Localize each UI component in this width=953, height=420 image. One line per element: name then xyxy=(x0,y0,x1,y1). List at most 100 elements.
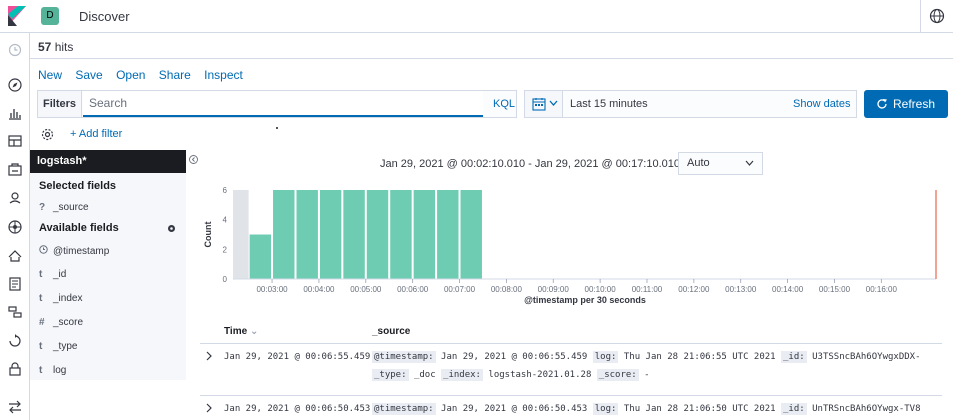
histogram-bar xyxy=(273,190,295,279)
chart-time-range: Jan 29, 2021 @ 00:02:10.010 - Jan 29, 20… xyxy=(380,158,695,170)
maps-icon[interactable] xyxy=(7,190,23,206)
x-tick-label: 00:12:00 xyxy=(678,285,710,294)
y-tick-label: 6 xyxy=(223,186,228,195)
nav-rail xyxy=(0,33,30,420)
kql-language-toggle[interactable]: KQL xyxy=(493,98,515,110)
x-tick-label: 00:07:00 xyxy=(444,285,476,294)
infrastructure-icon[interactable] xyxy=(7,247,23,263)
security-lock-icon[interactable] xyxy=(7,361,23,377)
x-tick-label: 00:10:00 xyxy=(585,285,617,294)
save-button[interactable]: Save xyxy=(75,68,102,82)
refresh-icon xyxy=(877,99,887,109)
y-tick-label: 4 xyxy=(223,216,228,225)
field-type-unknown-icon: ? xyxy=(39,202,46,213)
canvas-icon[interactable] xyxy=(7,162,23,178)
x-tick-label: 00:13:00 xyxy=(725,285,757,294)
refresh-button[interactable]: Refresh xyxy=(864,90,948,118)
dock-navigation-icon[interactable] xyxy=(7,399,23,415)
inspect-button[interactable]: Inspect xyxy=(204,68,243,82)
expand-row-arrow-icon[interactable] xyxy=(205,351,213,361)
field-type-string-icon: t xyxy=(39,293,43,304)
search-input[interactable] xyxy=(83,91,483,117)
y-tick-label: 0 xyxy=(223,275,228,284)
row-time-cell: Jan 29, 2021 @ 00:06:55.459 xyxy=(224,352,371,362)
field-item-timestamp[interactable]: @timestamp xyxy=(39,245,109,257)
index-pattern-selector[interactable]: logstash* xyxy=(30,150,186,173)
row-time-cell: Jan 29, 2021 @ 00:06:50.453 xyxy=(224,404,371,414)
interval-select[interactable]: Auto xyxy=(678,152,763,175)
x-tick-label: 00:11:00 xyxy=(632,285,663,294)
histogram-bar xyxy=(460,190,482,279)
field-item-log[interactable]: t log xyxy=(39,365,66,376)
histogram-bar xyxy=(390,190,412,279)
row-source-line: @timestamp: Jan 29, 2021 @ 00:06:50.453 … xyxy=(372,403,921,415)
field-item-index[interactable]: t _index xyxy=(39,293,82,304)
x-tick-label: 00:09:00 xyxy=(538,285,570,294)
histogram-bar xyxy=(366,190,389,279)
share-button[interactable]: Share xyxy=(159,68,191,82)
histogram-bar xyxy=(413,190,436,279)
quick-menu-button[interactable] xyxy=(525,91,563,117)
open-button[interactable]: Open xyxy=(116,68,145,82)
field-type-string-icon: t xyxy=(39,341,43,352)
hits-divider xyxy=(30,58,953,59)
kibana-logo-icon[interactable] xyxy=(8,6,26,26)
hits-count: 57 hits xyxy=(38,40,74,54)
refresh-label: Refresh xyxy=(893,97,936,111)
expand-row-arrow-icon[interactable] xyxy=(205,403,213,413)
recent-clock-icon[interactable] xyxy=(7,42,23,58)
x-tick-label: 00:08:00 xyxy=(491,285,523,294)
x-tick-label: 00:14:00 xyxy=(772,285,804,294)
top-nav-menu: New Save Open Share Inspect xyxy=(38,68,253,82)
add-filter-button[interactable]: + Add filter xyxy=(70,128,122,140)
selected-fields-heading: Selected fields xyxy=(39,180,117,192)
time-column-header[interactable]: Time ⌄ xyxy=(224,326,258,337)
uptime-icon[interactable] xyxy=(7,332,23,348)
row-source-line: _type: _doc _index: logstash-2021.01.28 … xyxy=(372,369,650,381)
space-avatar[interactable]: D xyxy=(41,7,59,25)
histogram-bar xyxy=(319,190,342,279)
histogram-chart[interactable]: 0 2 4 6 Count 00:03:00 00:04:00 00:05:00 00:06:0… xyxy=(198,180,948,308)
histogram-bar xyxy=(343,190,365,279)
histogram-bar xyxy=(249,234,272,279)
field-filter-gear-icon[interactable] xyxy=(167,224,176,233)
apm-icon[interactable] xyxy=(7,304,23,320)
logs-icon[interactable] xyxy=(7,276,23,292)
discover-compass-icon[interactable] xyxy=(7,77,23,93)
filter-bar-dot xyxy=(276,127,278,129)
date-range-text[interactable]: Last 15 minutes xyxy=(570,98,648,110)
field-item-score[interactable]: # _score xyxy=(39,317,83,328)
field-item-source[interactable]: ? _source xyxy=(39,202,89,213)
field-sidebar: logstash* Selected fields ? _source Avail… xyxy=(30,150,186,380)
y-axis-label: Count xyxy=(203,222,213,248)
visualize-icon[interactable] xyxy=(7,105,23,121)
globe-icon[interactable] xyxy=(929,8,945,24)
date-picker: Last 15 minutes Show dates xyxy=(524,90,857,118)
field-type-string-icon: t xyxy=(39,365,43,376)
source-column-header: _source xyxy=(372,326,411,337)
dashboard-icon[interactable] xyxy=(7,133,23,149)
header-divider xyxy=(920,0,921,33)
x-tick-label: 00:04:00 xyxy=(303,285,335,294)
filter-settings-gear-icon[interactable] xyxy=(41,128,54,141)
histogram-bar xyxy=(437,190,459,279)
partial-bucket-shade xyxy=(233,190,249,279)
field-type-number-icon: # xyxy=(39,317,45,328)
ml-icon[interactable] xyxy=(7,219,23,235)
x-tick-label: 00:05:00 xyxy=(350,285,382,294)
table-row-divider xyxy=(200,395,942,396)
x-tick-label: 00:03:00 xyxy=(256,285,288,294)
collapse-sidebar-icon[interactable] xyxy=(189,155,198,164)
x-axis-label: @timestamp per 30 seconds xyxy=(524,295,646,305)
field-item-id[interactable]: t _id xyxy=(39,269,66,280)
show-dates-link[interactable]: Show dates xyxy=(793,98,850,110)
field-type-string-icon: t xyxy=(39,269,43,280)
field-type-date-clock-icon xyxy=(39,245,48,254)
x-tick-label: 00:16:00 xyxy=(866,285,898,294)
field-item-type[interactable]: t _type xyxy=(39,341,77,352)
x-tick-label: 00:06:00 xyxy=(397,285,429,294)
calendar-icon xyxy=(532,98,546,111)
new-button[interactable]: New xyxy=(38,68,62,82)
table-header-divider xyxy=(200,343,942,344)
row-source-line: @timestamp: Jan 29, 2021 @ 00:06:55.459 … xyxy=(372,351,921,363)
